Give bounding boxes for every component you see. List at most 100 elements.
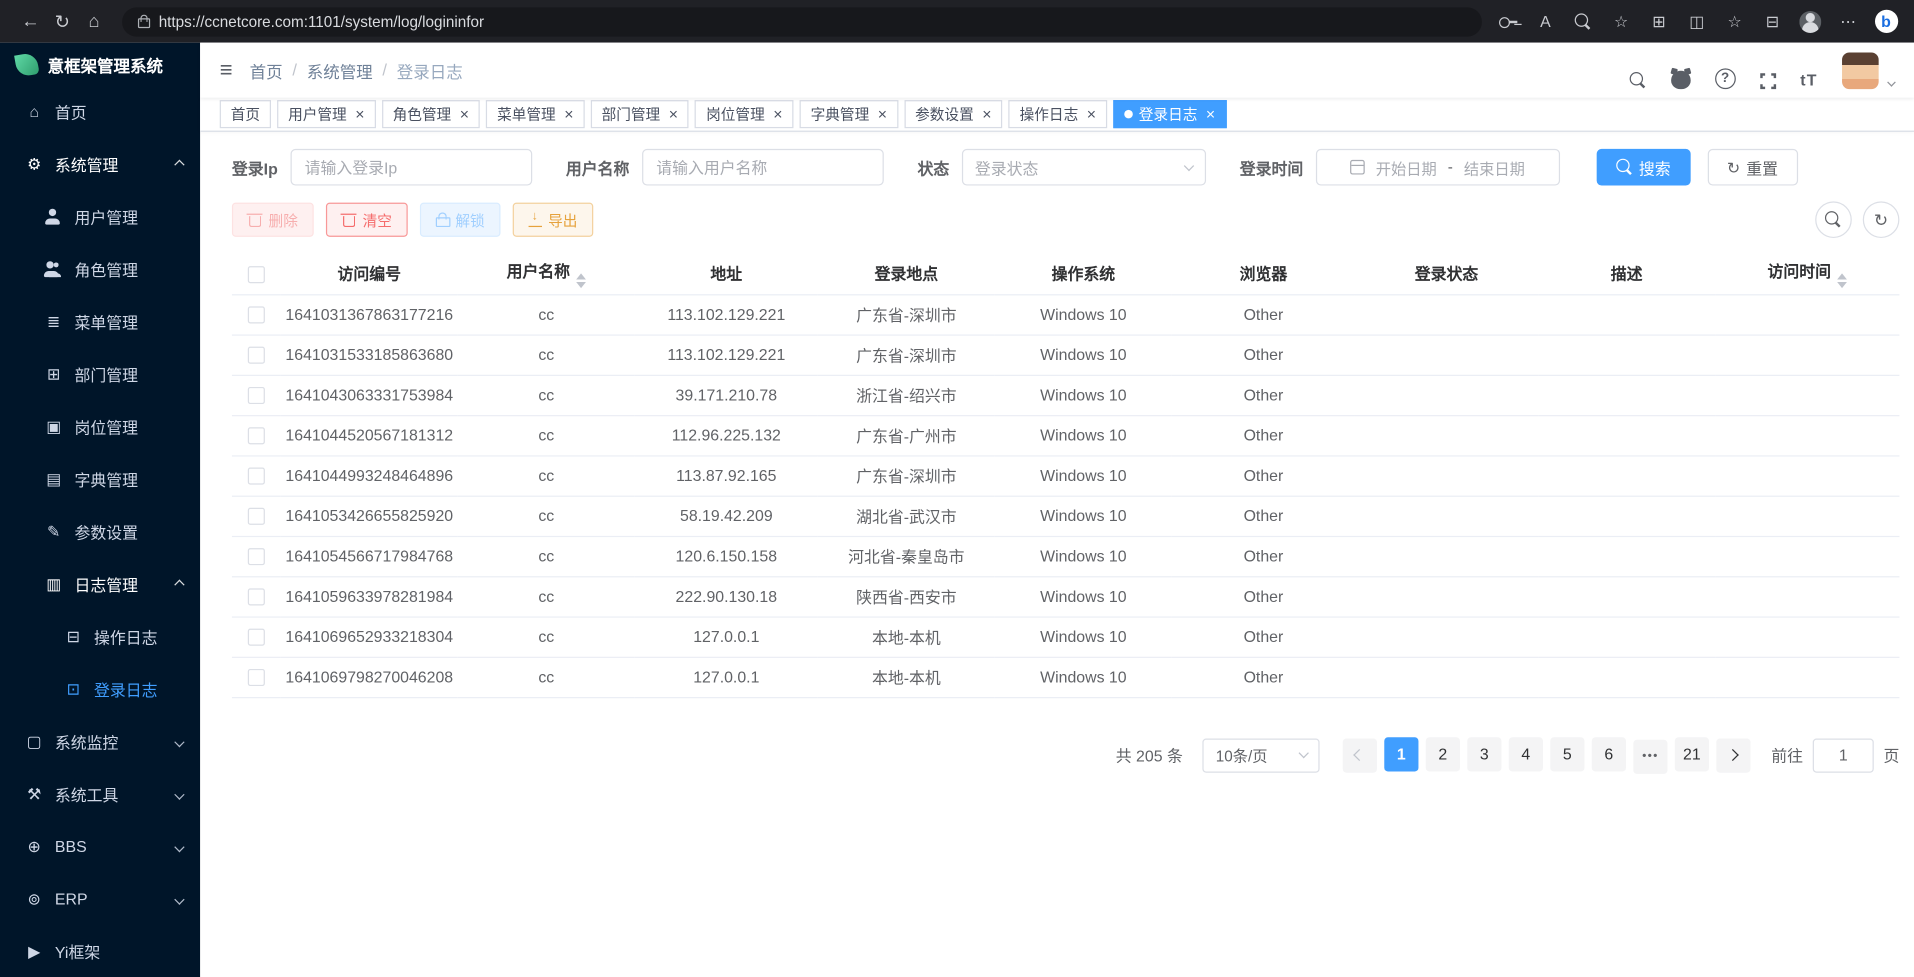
password-key-icon[interactable] [1494, 8, 1521, 35]
help-icon[interactable]: ? [1715, 68, 1736, 89]
clear-button[interactable]: 清空 [326, 203, 408, 237]
close-tab-icon[interactable]: × [878, 106, 887, 122]
page-button-5[interactable]: 5 [1550, 737, 1584, 771]
sidebar-item-system-tools[interactable]: ⚒系统工具 [0, 768, 200, 820]
row-checkbox[interactable] [248, 468, 265, 485]
zoom-out-icon[interactable] [1570, 8, 1597, 35]
extensions-icon[interactable]: ⊞ [1646, 8, 1673, 35]
favorites-bar-icon[interactable]: ☆ [1721, 8, 1748, 35]
browser-more-icon[interactable]: ⋯ [1835, 8, 1862, 35]
sidebar-item-system-monitor[interactable]: ▢系统监控 [0, 715, 200, 767]
close-tab-icon[interactable]: × [1206, 106, 1215, 122]
close-tab-icon[interactable]: × [355, 106, 364, 122]
row-checkbox[interactable] [248, 589, 265, 606]
font-size-icon[interactable]: tT [1800, 70, 1817, 88]
sidebar-item-dict-management[interactable]: ▤字典管理 [0, 453, 200, 505]
sidebar-item-system-management[interactable]: ⚙系统管理 [0, 138, 200, 190]
browser-refresh-icon[interactable]: ↻ [46, 10, 78, 32]
export-button[interactable]: 导出 [513, 203, 594, 237]
page-button-4[interactable]: 4 [1509, 737, 1543, 771]
tab-dept-management[interactable]: 部门管理× [591, 100, 689, 128]
select-all-checkbox[interactable] [248, 266, 265, 283]
sort-icon[interactable] [1837, 273, 1847, 288]
row-checkbox[interactable] [248, 347, 265, 364]
close-tab-icon[interactable]: × [773, 106, 782, 122]
login-time-range-picker[interactable]: 开始日期 - 结束日期 [1315, 149, 1559, 186]
tab-home[interactable]: 首页 [220, 100, 271, 128]
tab-menu-management[interactable]: 菜单管理× [486, 100, 584, 128]
fullscreen-icon[interactable] [1760, 73, 1776, 89]
sidebar-item-post-management[interactable]: ▣岗位管理 [0, 400, 200, 452]
page-size-select[interactable]: 10条/页 [1202, 738, 1319, 772]
sidebar-item-menu-management[interactable]: ≣菜单管理 [0, 295, 200, 347]
sidebar-item-log-management[interactable]: ▥日志管理 [0, 558, 200, 610]
page-button-3[interactable]: 3 [1467, 737, 1501, 771]
tab-user-management[interactable]: 用户管理× [277, 100, 375, 128]
sidebar-item-erp[interactable]: ⊚ERP [0, 873, 200, 925]
goto-page-input[interactable] [1813, 738, 1874, 772]
tab-param-settings[interactable]: 参数设置× [904, 100, 1002, 128]
browser-profile-avatar[interactable] [1797, 8, 1824, 35]
close-tab-icon[interactable]: × [669, 106, 678, 122]
row-checkbox[interactable] [248, 669, 265, 686]
user-avatar[interactable] [1842, 52, 1879, 89]
page-button-1[interactable]: 1 [1384, 737, 1418, 771]
ip-filter-input[interactable] [290, 149, 532, 186]
tab-post-management[interactable]: 岗位管理× [695, 100, 793, 128]
row-checkbox[interactable] [248, 428, 265, 445]
sidebar-item-yi-framework[interactable]: ▶Yi框架 [0, 925, 200, 977]
sidebar-item-bbs[interactable]: ⊕BBS [0, 820, 200, 872]
pages-ellipsis[interactable]: ••• [1633, 739, 1667, 773]
close-tab-icon[interactable]: × [1087, 106, 1096, 122]
status-select[interactable]: 登录状态 [961, 149, 1205, 186]
sidebar-item-operation-log[interactable]: ⊟操作日志 [0, 610, 200, 662]
col-header-username[interactable]: 用户名称 [458, 253, 635, 295]
page-button-6[interactable]: 6 [1592, 737, 1626, 771]
col-header-visit-time[interactable]: 访问时间 [1715, 253, 1899, 295]
close-tab-icon[interactable]: × [460, 106, 469, 122]
toggle-search-button[interactable] [1815, 201, 1852, 238]
tab-login-log[interactable]: 登录日志× [1113, 100, 1226, 128]
sidebar-item-role-management[interactable]: 角色管理 [0, 243, 200, 295]
sidebar-toggle-icon[interactable]: ≡ [220, 57, 233, 83]
tab-operation-log[interactable]: 操作日志× [1009, 100, 1107, 128]
next-page-button[interactable] [1716, 738, 1750, 772]
collections-icon[interactable]: ⊟ [1759, 8, 1786, 35]
sidebar-item-user-management[interactable]: 用户管理 [0, 190, 200, 242]
avatar-caret-icon[interactable] [1887, 77, 1896, 86]
breadcrumb-system-management[interactable]: 系统管理 [307, 58, 373, 82]
bing-icon[interactable]: b [1873, 8, 1900, 35]
row-checkbox[interactable] [248, 508, 265, 525]
sidebar-item-login-log[interactable]: ⊡登录日志 [0, 663, 200, 715]
favorites-add-icon[interactable]: ☆ [1608, 8, 1635, 35]
tab-role-management[interactable]: 角色管理× [382, 100, 480, 128]
delete-button[interactable]: 删除 [232, 203, 314, 237]
row-checkbox[interactable] [248, 548, 265, 565]
row-checkbox[interactable] [248, 387, 265, 404]
prev-page-button[interactable] [1343, 738, 1377, 772]
reset-button[interactable]: ↻ 重置 [1707, 149, 1797, 186]
username-filter-input[interactable] [642, 149, 884, 186]
url-bar[interactable]: https://ccnetcore.com:1101/system/log/lo… [122, 7, 1482, 36]
read-aloud-icon[interactable]: A [1532, 8, 1559, 35]
close-tab-icon[interactable]: × [564, 106, 573, 122]
unlock-button[interactable]: 解锁 [420, 203, 501, 237]
tab-dict-management[interactable]: 字典管理× [800, 100, 898, 128]
sort-icon[interactable] [576, 273, 586, 288]
breadcrumb-home[interactable]: 首页 [250, 58, 283, 82]
close-tab-icon[interactable]: × [982, 106, 991, 122]
sidebar-item-dept-management[interactable]: ⊞部门管理 [0, 348, 200, 400]
github-icon[interactable] [1671, 70, 1691, 88]
browser-home-icon[interactable]: ⌂ [78, 11, 110, 32]
split-screen-icon[interactable]: ◫ [1683, 8, 1710, 35]
refresh-table-button[interactable]: ↻ [1863, 201, 1900, 238]
page-button-21[interactable]: 21 [1675, 737, 1709, 771]
row-checkbox[interactable] [248, 629, 265, 646]
sidebar-item-home[interactable]: ⌂首页 [0, 85, 200, 137]
row-checkbox[interactable] [248, 307, 265, 324]
header-search-icon[interactable] [1629, 71, 1646, 88]
sidebar-item-param-settings[interactable]: ✎参数设置 [0, 505, 200, 557]
page-button-2[interactable]: 2 [1426, 737, 1460, 771]
search-button[interactable]: 搜索 [1596, 149, 1690, 186]
browser-back-icon[interactable]: ← [15, 11, 47, 32]
